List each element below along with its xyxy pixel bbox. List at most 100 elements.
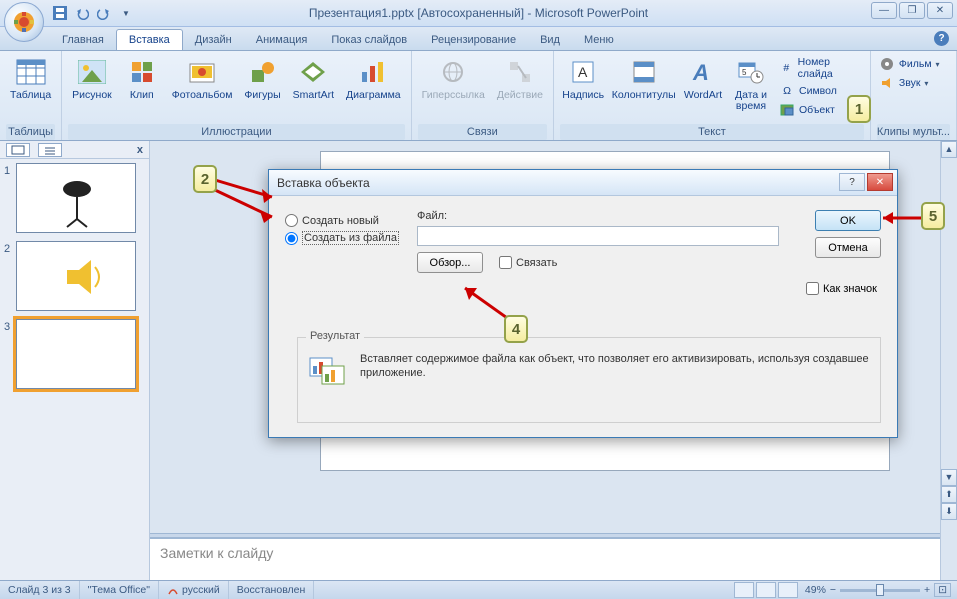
- zoom-level[interactable]: 49%: [805, 584, 826, 596]
- zoom-thumb[interactable]: [876, 584, 884, 596]
- thumb-num-1: 1: [4, 163, 12, 233]
- normal-view-button[interactable]: [734, 582, 754, 598]
- textbox-button[interactable]: A Надпись: [560, 54, 606, 103]
- headerfooter-button[interactable]: Колонтитулы: [610, 54, 677, 103]
- qat-dropdown-icon[interactable]: ▼: [118, 5, 134, 21]
- tab-menu[interactable]: Меню: [572, 30, 626, 50]
- textbox-icon: A: [567, 56, 599, 88]
- album-button[interactable]: Фотоальбом: [168, 54, 237, 103]
- slidenum-button[interactable]: #Номер слайда: [779, 56, 862, 80]
- tab-design[interactable]: Дизайн: [183, 30, 244, 50]
- result-text: Вставляет содержимое файла как объект, ч…: [360, 352, 870, 380]
- browse-button[interactable]: Обзор...: [417, 252, 483, 273]
- notes-pane[interactable]: Заметки к слайду: [150, 538, 940, 580]
- fit-button[interactable]: ⊡: [934, 583, 951, 597]
- sound-icon: [879, 75, 895, 91]
- office-button[interactable]: [4, 2, 44, 42]
- callout-2: 2: [193, 165, 217, 193]
- ribbon: Таблица Таблицы Рисунок Клип Фотоальбом …: [0, 51, 957, 141]
- result-icon: [308, 352, 348, 388]
- media-items: Фильм▾ Звук▾: [877, 54, 942, 93]
- outline-tab[interactable]: [38, 143, 62, 157]
- link-checkbox[interactable]: Связать: [499, 256, 557, 269]
- redo-icon[interactable]: [96, 5, 112, 21]
- cancel-button[interactable]: Отмена: [815, 237, 881, 258]
- slideshow-view-button[interactable]: [778, 582, 798, 598]
- thumbnail-1[interactable]: [16, 163, 136, 233]
- clip-button[interactable]: Клип: [120, 54, 164, 103]
- radio-create-from-file[interactable]: Создать из файла: [285, 231, 405, 245]
- save-icon[interactable]: [52, 5, 68, 21]
- callout-4: 4: [504, 315, 528, 343]
- scroll-down-icon[interactable]: ▼: [941, 469, 957, 486]
- link-check-input[interactable]: [499, 256, 512, 269]
- group-media: Фильм▾ Звук▾ Клипы мульт...: [871, 51, 957, 140]
- album-label: Фотоальбом: [172, 90, 233, 101]
- next-slide-icon[interactable]: ⬇: [941, 503, 957, 520]
- status-lang[interactable]: русский: [159, 581, 229, 599]
- file-path-input[interactable]: [417, 226, 779, 246]
- wordart-label: WordArt: [684, 90, 722, 101]
- dialog-close-button[interactable]: ✕: [867, 173, 893, 191]
- textbox-label: Надпись: [562, 90, 604, 101]
- picture-button[interactable]: Рисунок: [68, 54, 116, 103]
- clip-label: Клип: [130, 90, 154, 101]
- thumbnail-2[interactable]: [16, 241, 136, 311]
- maximize-button[interactable]: ❐: [899, 2, 925, 19]
- thumbnail-3[interactable]: [16, 319, 136, 389]
- close-button[interactable]: ✕: [927, 2, 953, 19]
- scroll-up-icon[interactable]: ▲: [941, 141, 957, 158]
- shapes-button[interactable]: Фигуры: [240, 54, 284, 103]
- group-tables: Таблица Таблицы: [0, 51, 62, 140]
- help-icon[interactable]: ?: [934, 31, 949, 46]
- chart-button[interactable]: Диаграмма: [342, 54, 405, 103]
- status-bar: Слайд 3 из 3 "Тема Office" русский Восст…: [0, 580, 957, 599]
- tab-slideshow[interactable]: Показ слайдов: [319, 30, 419, 50]
- chart-icon: [357, 56, 389, 88]
- action-button: Действие: [493, 54, 547, 103]
- picture-label: Рисунок: [72, 90, 112, 101]
- tab-animation[interactable]: Анимация: [244, 30, 320, 50]
- smartart-button[interactable]: SmartArt: [289, 54, 338, 103]
- zoom-in-button[interactable]: +: [924, 584, 930, 596]
- as-icon-input[interactable]: [806, 282, 819, 295]
- zoom-control: 49% − + ⊡: [799, 583, 957, 597]
- ribbon-tabs: Главная Вставка Дизайн Анимация Показ сл…: [0, 27, 957, 51]
- table-icon: [15, 56, 47, 88]
- svg-text:5: 5: [742, 68, 747, 77]
- slides-pane: x 1 2 3: [0, 141, 150, 580]
- slides-tab[interactable]: [6, 143, 30, 157]
- wordart-button[interactable]: AWordArt: [681, 54, 725, 103]
- picture-icon: [76, 56, 108, 88]
- dialog-help-button[interactable]: ?: [839, 173, 865, 191]
- table-button[interactable]: Таблица: [6, 54, 55, 103]
- zoom-out-button[interactable]: −: [830, 584, 836, 596]
- tab-view[interactable]: Вид: [528, 30, 572, 50]
- radio-create-new[interactable]: Создать новый: [285, 214, 405, 227]
- close-pane-icon[interactable]: x: [137, 144, 143, 156]
- action-label: Действие: [497, 90, 543, 101]
- thumb-num-2: 2: [4, 241, 12, 311]
- shapes-label: Фигуры: [244, 90, 280, 101]
- sound-button[interactable]: Звук▾: [879, 75, 940, 91]
- hyperlink-label: Гиперссылка: [422, 90, 485, 101]
- datetime-button[interactable]: 5Дата и время: [729, 54, 773, 114]
- ok-button[interactable]: OK: [815, 210, 881, 231]
- radio-column: Создать новый Создать из файла: [285, 210, 405, 245]
- minimize-button[interactable]: —: [871, 2, 897, 19]
- prev-slide-icon[interactable]: ⬆: [941, 486, 957, 503]
- tab-home[interactable]: Главная: [50, 30, 116, 50]
- sorter-view-button[interactable]: [756, 582, 776, 598]
- headerfooter-icon: [628, 56, 660, 88]
- movie-button[interactable]: Фильм▾: [879, 56, 940, 72]
- group-media-label: Клипы мульт...: [877, 124, 950, 140]
- movie-icon: [879, 56, 895, 72]
- smartart-icon: [297, 56, 329, 88]
- insert-object-dialog: Вставка объекта ? ✕ Создать новый Создат…: [268, 169, 898, 438]
- dialog-titlebar[interactable]: Вставка объекта ? ✕: [269, 170, 897, 196]
- tab-review[interactable]: Рецензирование: [419, 30, 528, 50]
- zoom-slider[interactable]: [840, 589, 920, 592]
- as-icon-checkbox[interactable]: Как значок: [806, 282, 877, 295]
- undo-icon[interactable]: [74, 5, 90, 21]
- tab-insert[interactable]: Вставка: [116, 29, 183, 50]
